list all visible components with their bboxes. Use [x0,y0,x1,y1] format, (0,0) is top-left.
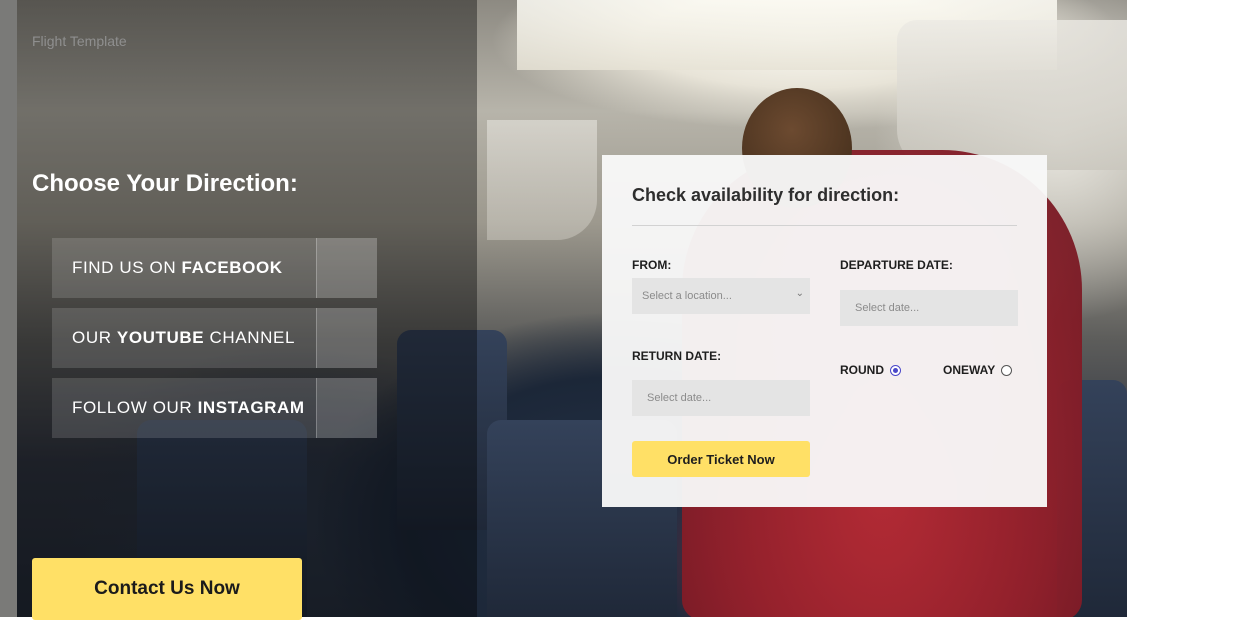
round-label: ROUND [840,363,884,377]
directions-heading: Choose Your Direction: [32,170,298,197]
youtube-link-prefix: OUR [72,328,117,347]
overhead-bin [487,120,597,240]
return-date-placeholder: Select date... [647,392,712,404]
instagram-link-bold: INSTAGRAM [197,398,305,417]
return-date-label: RETURN DATE: [632,349,722,363]
youtube-icon [316,308,377,368]
instagram-link[interactable]: FOLLOW OUR INSTAGRAM [52,378,377,438]
page-edge-strip [0,0,17,617]
order-ticket-button[interactable]: Order Ticket Now [632,441,810,477]
round-radio[interactable] [890,364,901,376]
oneway-radio[interactable] [1001,364,1013,376]
instagram-icon [316,378,377,438]
facebook-link-prefix: FIND US ON [72,258,182,277]
overhead-bin [897,20,1127,170]
youtube-link-bold: YOUTUBE [116,328,205,347]
facebook-link[interactable]: FIND US ON FACEBOOK [52,238,377,298]
form-divider [632,225,1017,226]
availability-form: Check availability for direction: FROM: … [602,155,1047,507]
oneway-label: ONEWAY [943,363,996,377]
form-title: Check availability for direction: [632,185,900,205]
facebook-link-bold: FACEBOOK [181,258,283,277]
from-label: FROM: [632,258,672,272]
departure-date-label: DEPARTURE DATE: [840,258,953,272]
contact-us-button[interactable]: Contact Us Now [32,558,302,620]
chevron-down-icon: ⌄ [795,288,804,299]
departure-date-input[interactable]: Select date... [840,290,1018,326]
trip-type-round[interactable]: ROUND [840,363,901,377]
site-title[interactable]: Flight Template [32,33,127,49]
facebook-icon [316,238,377,298]
trip-type-oneway[interactable]: ONEWAY [943,363,1013,377]
instagram-link-prefix: FOLLOW OUR [72,398,198,417]
departure-date-placeholder: Select date... [855,302,920,314]
youtube-link[interactable]: OUR YOUTUBE CHANNEL [52,308,377,368]
return-date-input[interactable]: Select date... [632,380,810,416]
youtube-link-suffix: CHANNEL [204,328,295,347]
from-select[interactable]: Select a location... ⌄ [632,278,810,314]
from-select-value: Select a location... [642,290,732,302]
